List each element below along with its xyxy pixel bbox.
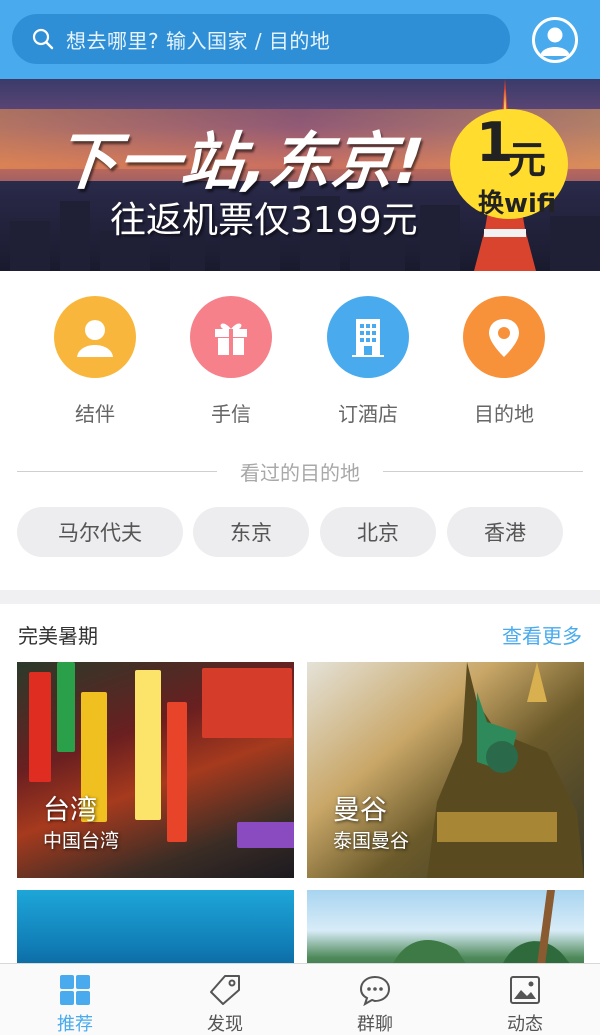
user-icon [535,20,575,60]
category-label: 结伴 [75,402,115,426]
nav-label: 动态 [507,1014,543,1035]
top-bar: 想去哪里? 输入国家 / 目的地 [0,0,600,79]
category-destination[interactable]: 目的地 [449,296,559,427]
temple-statue-graphic [427,662,584,878]
history-chip[interactable]: 香港 [447,507,563,557]
nav-item-moments[interactable]: 动态 [450,972,600,1036]
tag-icon [210,975,240,1005]
sign-graphic [57,662,75,752]
history-divider: 看过的目的地 [0,455,600,487]
category-row: 结伴 手信 订酒店 目的地 [0,271,600,431]
section-title: 完美暑期 [18,624,98,648]
banner-headline: 下一站,东京! [51,125,429,198]
sign-graphic [29,672,51,782]
sign-graphic [202,668,292,738]
nav-label: 群聊 [357,1014,393,1035]
destination-card-taiwan[interactable]: 台湾 中国台湾 [17,662,294,878]
companion-icon [54,296,136,378]
category-companion[interactable]: 结伴 [40,296,150,427]
nav-item-recommend[interactable]: 推荐 [0,972,150,1036]
category-label: 手信 [211,402,251,426]
badge-text: 换wifi [478,189,557,219]
category-label: 订酒店 [338,402,398,426]
search-placeholder: 想去哪里? 输入国家 / 目的地 [66,28,331,53]
history-chip[interactable]: 东京 [193,507,309,557]
picture-icon [510,976,540,1004]
user-avatar-button[interactable] [532,17,578,63]
history-chips: 马尔代夫 东京 北京 香港 [0,507,600,559]
card-subtitle: 中国台湾 [43,830,120,852]
nav-item-group-chat[interactable]: 群聊 [300,972,450,1036]
card-title: 曼谷 [333,795,387,826]
card-title: 台湾 [43,795,97,826]
search-bar[interactable]: 想去哪里? 输入国家 / 目的地 [12,14,510,64]
history-chip[interactable]: 北京 [320,507,436,557]
search-icon [32,28,54,50]
category-gift[interactable]: 手信 [176,296,286,427]
card-subtitle: 泰国曼谷 [333,830,410,852]
promo-banner[interactable]: 下一站,东京! 往返机票仅3199元 1 元 换wifi [0,79,600,271]
bottom-nav: 推荐 发现 群聊 动态 [0,963,600,1035]
nav-label: 发现 [207,1014,243,1035]
see-more-link[interactable]: 查看更多 [502,620,582,649]
divider-line-right [383,471,583,472]
category-label: 目的地 [474,402,534,426]
category-hotel[interactable]: 订酒店 [313,296,423,427]
grid-icon [60,975,90,1005]
nav-item-discover[interactable]: 发现 [150,972,300,1036]
gift-icon [190,296,272,378]
section-gap [0,590,600,604]
nav-label: 推荐 [57,1014,93,1035]
hotel-icon [327,296,409,378]
destination-card-bangkok[interactable]: 曼谷 泰国曼谷 [307,662,584,878]
sign-graphic [237,822,294,848]
badge-unit: 元 [508,138,547,182]
chat-icon [359,975,391,1006]
sign-graphic [135,670,161,820]
sign-graphic [167,702,187,842]
banner-subline: 往返机票仅3199元 [110,200,418,241]
location-pin-icon [463,296,545,378]
history-chip[interactable]: 马尔代夫 [17,507,183,557]
